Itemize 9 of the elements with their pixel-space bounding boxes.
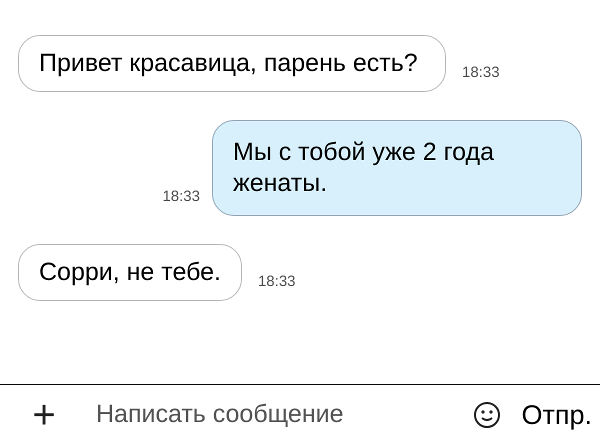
incoming-message-bubble: Привет красавица, парень есть?	[18, 35, 446, 92]
send-button[interactable]: Отпр.	[513, 394, 600, 436]
outgoing-message-bubble: Мы с тобой уже 2 года женаты.	[212, 120, 582, 216]
message-time: 18:33	[162, 186, 200, 206]
message-time: 18:33	[462, 62, 500, 82]
incoming-message-bubble: Сорри, не тебе.	[18, 244, 242, 301]
attach-button[interactable]: +	[0, 395, 88, 435]
message-time: 18:33	[258, 272, 296, 292]
smiley-icon[interactable]	[473, 401, 502, 429]
